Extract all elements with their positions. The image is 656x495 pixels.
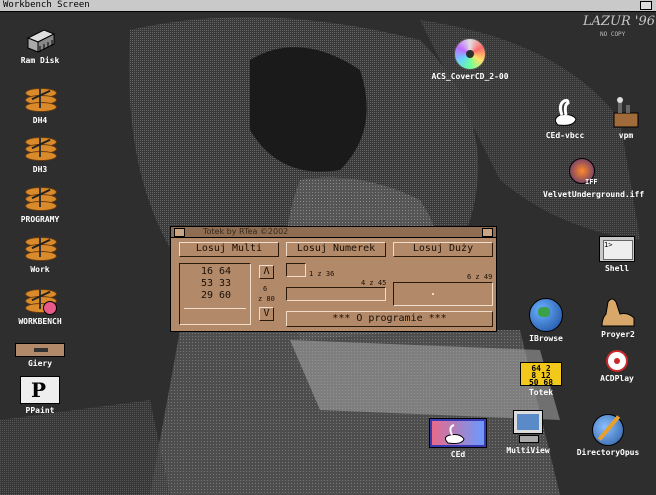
icon-label: VelvetUnderground.iff <box>543 190 645 199</box>
button-label: Losuj Duży <box>412 243 474 254</box>
acdplay-icon[interactable]: ACDPlay <box>577 350 656 383</box>
about-button[interactable]: *** O programie *** <box>286 311 493 327</box>
flower-icon <box>43 301 57 315</box>
programy-icon[interactable]: PROGRAMY <box>0 185 80 224</box>
stepper-caption: z 80 <box>258 295 275 303</box>
ppaint-icon[interactable]: P PPaint <box>0 376 80 415</box>
lotto-numbers-icon: 64 2 8 12 50 68 <box>520 362 562 387</box>
arrow-up-icon: Λ <box>263 266 270 277</box>
arrow-down-icon: V <box>263 308 270 319</box>
depth-gadget-icon[interactable] <box>482 228 493 237</box>
cd-player-icon <box>606 350 628 372</box>
acs-covercd-icon[interactable]: ACS_CoverCD_2-00 <box>430 38 510 81</box>
watermark-text: LAZUR '96 <box>583 14 656 29</box>
losuj-multi-button[interactable]: Losuj Multi <box>179 242 279 257</box>
button-label: *** O programie *** <box>332 313 447 324</box>
icon-label: Totek <box>528 388 554 397</box>
workbench-icon[interactable]: WORKBENCH <box>0 287 80 326</box>
ppaint-logo-icon: P <box>20 376 60 404</box>
icon-label: Shell <box>604 264 630 273</box>
icon-label: WORKBENCH <box>18 317 62 326</box>
multi-results: 16 64 53 33 29 60 <box>179 263 251 325</box>
icon-label: DirectoryOpus <box>576 448 640 457</box>
dh4-icon[interactable]: DH4 <box>0 86 80 125</box>
label-6z49: 6 z 49 <box>467 273 493 281</box>
stepper-up-button[interactable]: Λ <box>259 265 274 279</box>
label-4z45: 4 z 45 <box>361 279 387 287</box>
result-value: 29 60 <box>200 290 232 301</box>
harddisk-icon <box>23 185 57 213</box>
close-gadget-icon[interactable] <box>174 228 185 237</box>
terminal-icon: 1> <box>599 236 635 262</box>
icon-label: PROGRAMY <box>20 215 60 224</box>
window-title-bar[interactable]: Totek by RTea ©2002 <box>171 227 496 238</box>
screen-title-bar[interactable]: Workbench Screen <box>0 0 656 12</box>
stepper-down-button[interactable]: V <box>259 307 274 321</box>
harddisk-icon <box>23 287 57 315</box>
icon-label: Work <box>30 265 50 274</box>
label-1z36: 1 z 36 <box>309 270 335 278</box>
icon-label: MultiView <box>506 446 550 455</box>
losuj-numerek-button[interactable]: Losuj Numerek <box>286 242 386 257</box>
icon-label: Ram Disk <box>20 56 60 65</box>
watermark-sub: NO COPY <box>600 31 626 38</box>
totek-icon[interactable]: 64 2 8 12 50 68 Totek <box>501 362 581 397</box>
watermark: LAZUR '96 <box>583 15 655 29</box>
globe-icon <box>529 298 563 332</box>
ibrowse-icon[interactable]: IBrowse <box>506 298 586 343</box>
opus-logo-icon <box>592 414 624 446</box>
icon-label: DH4 <box>32 116 48 125</box>
result-6z49-box <box>393 282 493 306</box>
cd-icon <box>454 38 486 70</box>
depth-gadget[interactable] <box>640 1 652 10</box>
result-6z49-tick <box>432 293 434 295</box>
image-file-icon: IFF <box>567 158 599 188</box>
directoryopus-icon[interactable]: DirectoryOpus <box>568 414 648 457</box>
totek-window[interactable]: Totek by RTea ©2002 Losuj Multi Losuj Nu… <box>170 226 497 332</box>
icon-label: PPaint <box>25 406 55 415</box>
icon-label: DH3 <box>32 165 48 174</box>
vpm-icon[interactable]: vpm <box>586 97 656 140</box>
harddisk-icon <box>23 235 57 263</box>
drawer-icon <box>15 343 65 357</box>
result-value: 53 33 <box>200 278 232 289</box>
work-icon[interactable]: Work <box>0 235 80 274</box>
result-value: 16 64 <box>200 266 232 277</box>
swan-icon <box>550 97 580 129</box>
multiview-icon[interactable]: MultiView <box>488 410 568 455</box>
dh3-icon[interactable]: DH3 <box>0 135 80 174</box>
losuj-duzy-button[interactable]: Losuj Duży <box>393 242 493 257</box>
velvet-underground-icon[interactable]: IFF VelvetUnderground.iff <box>543 158 645 199</box>
window-title: Totek by RTea ©2002 <box>203 227 289 236</box>
icon-label: Proyer2 <box>601 330 635 339</box>
ram-disk-icon[interactable]: Ram Disk <box>0 24 80 65</box>
icon-label: IBrowse <box>529 334 563 343</box>
factory-icon <box>610 97 642 129</box>
numerek-result-box <box>286 263 306 277</box>
monitor-icon <box>511 410 545 444</box>
proyer2-icon[interactable]: Proyer2 <box>578 294 656 339</box>
icon-label: Giery <box>27 359 53 368</box>
harddisk-icon <box>23 135 57 163</box>
lotto-number: 68 <box>543 378 554 387</box>
icon-label: vpm <box>618 131 634 140</box>
screen-title: Workbench Screen <box>3 0 90 10</box>
harddisk-icon <box>23 86 57 114</box>
result-4z45-box <box>286 287 386 301</box>
icon-label: ACS_CoverCD_2-00 <box>431 72 509 81</box>
icon-label: CEd <box>450 450 466 459</box>
ced-icon[interactable]: CEd <box>418 418 498 459</box>
icon-label: ACDPlay <box>600 374 634 383</box>
ced-editor-icon <box>429 418 487 448</box>
results-divider <box>184 308 246 309</box>
iff-badge: IFF <box>585 178 598 186</box>
giery-icon[interactable]: Giery <box>0 343 80 368</box>
ram-chip-icon <box>24 24 56 54</box>
stepper-value: 6 <box>263 285 268 293</box>
sphinx-icon <box>598 294 638 328</box>
shell-icon[interactable]: 1> Shell <box>577 236 656 273</box>
button-label: Losuj Numerek <box>296 243 376 254</box>
button-label: Losuj Multi <box>195 243 263 254</box>
lotto-number: 50 <box>528 378 539 387</box>
